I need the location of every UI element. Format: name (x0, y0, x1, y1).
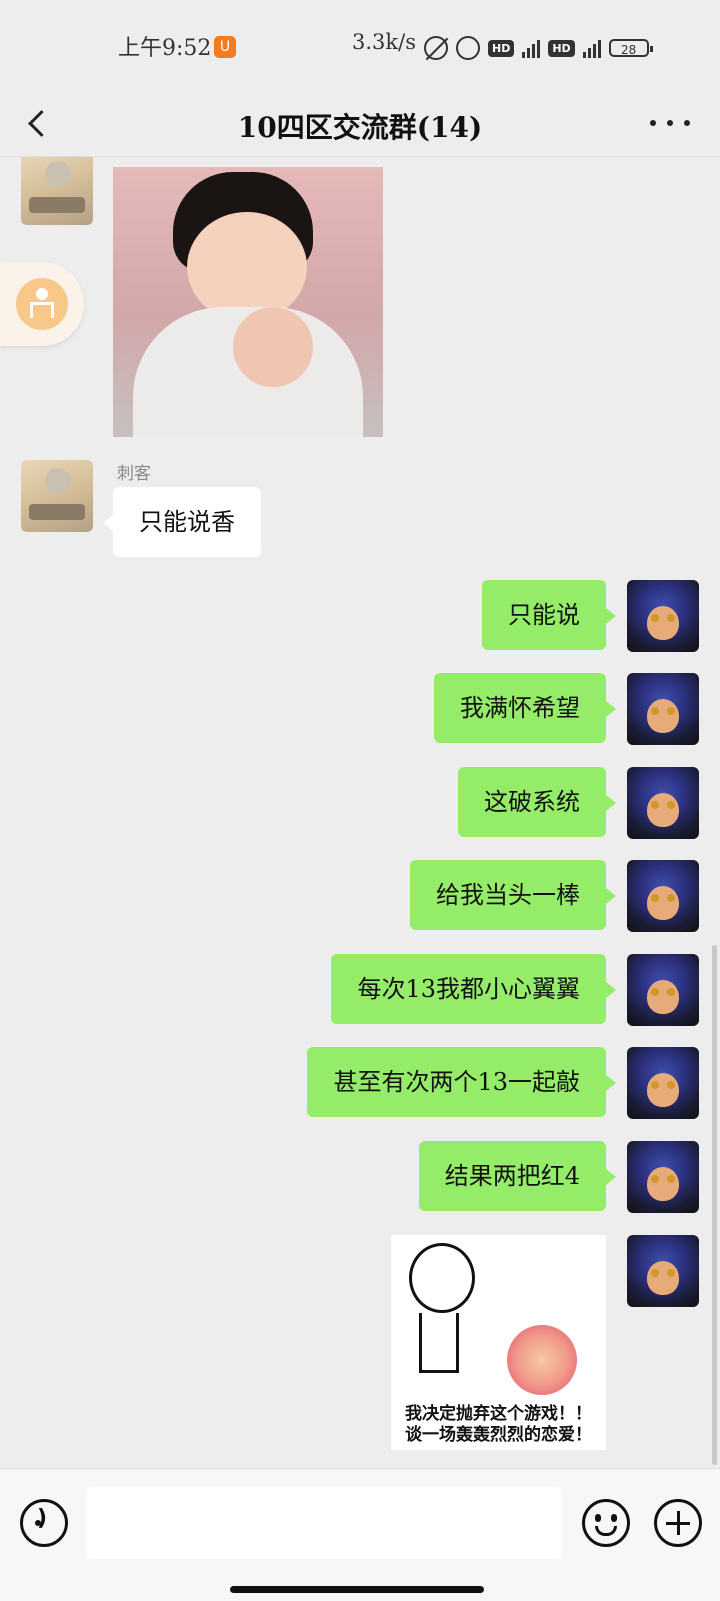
home-indicator[interactable] (230, 1586, 484, 1593)
message-input[interactable] (86, 1487, 562, 1559)
scrollbar[interactable] (712, 945, 717, 1465)
accessibility-icon (16, 278, 68, 330)
meme-caption: 我决定抛弃这个游戏！！ 谈一场轰轰烈烈的恋爱！ (391, 1404, 606, 1446)
outgoing-message-bubble[interactable]: 只能说 (482, 580, 616, 650)
outgoing-message-bubble[interactable]: 这破系统 (458, 767, 616, 837)
signal-icon-2 (582, 38, 601, 58)
meme-sticker-image[interactable]: 我决定抛弃这个游戏！！ 谈一场轰轰烈烈的恋爱！ (391, 1235, 606, 1450)
photo-hands (233, 307, 313, 387)
sender-avatar[interactable] (21, 157, 93, 225)
uc-browser-icon: U (214, 36, 236, 58)
signal-icon (522, 38, 541, 58)
my-avatar[interactable] (627, 1141, 699, 1213)
more-dot (650, 120, 656, 126)
more-button[interactable] (650, 108, 690, 138)
child-clapping-photo[interactable] (113, 167, 383, 437)
status-bar: 上午9:52 U 3.3k/s HD HD 28 (0, 0, 720, 92)
sender-avatar[interactable] (21, 460, 93, 532)
my-avatar[interactable] (627, 673, 699, 745)
outgoing-message-bubble[interactable]: 每次13我都小心翼翼 (331, 954, 616, 1024)
battery-icon: 28 (608, 39, 653, 57)
outgoing-message-bubble[interactable]: 我满怀希望 (434, 673, 616, 743)
input-bar (0, 1468, 720, 1601)
message-list[interactable]: 刺客 只能说香 只能说 我满怀希望 这破系统 给我当头一棒 每次13我都小心翼翼… (0, 157, 720, 1467)
network-speed: 3.3k/s (352, 30, 416, 54)
meme-caption-line1: 我决定抛弃这个游戏！！ (405, 1404, 592, 1424)
my-avatar[interactable] (627, 1235, 699, 1307)
my-avatar[interactable] (627, 580, 699, 652)
meme-body (419, 1313, 459, 1373)
incoming-message-bubble[interactable]: 只能说香 (103, 487, 261, 557)
hd-icon: HD (488, 39, 515, 57)
more-dot (684, 120, 690, 126)
chat-header: 10四区交流群(14) (0, 92, 720, 157)
outgoing-message-bubble[interactable]: 给我当头一棒 (410, 860, 616, 930)
outgoing-message-bubble[interactable]: 结果两把红4 (418, 1141, 617, 1211)
my-avatar[interactable] (627, 954, 699, 1026)
hd-icon-2: HD (548, 39, 575, 57)
my-avatar[interactable] (627, 1047, 699, 1119)
my-avatar[interactable] (627, 860, 699, 932)
alarm-icon (456, 36, 480, 60)
chat-title: 10四区交流群(14) (237, 111, 483, 144)
photo-face (187, 212, 307, 322)
outgoing-message-bubble[interactable]: 甚至有次两个13一起敲 (307, 1047, 616, 1117)
voice-button[interactable] (20, 1499, 68, 1547)
bell-muted-icon (424, 36, 448, 60)
status-time: 上午9:52 (118, 36, 212, 61)
more-dot (667, 120, 673, 126)
status-icons: HD HD 28 (424, 34, 653, 62)
emoji-button[interactable] (582, 1499, 630, 1547)
accessibility-float-button[interactable] (0, 262, 84, 346)
more-actions-button[interactable] (654, 1499, 702, 1547)
meme-game-card (507, 1325, 577, 1395)
meme-caption-line2: 谈一场轰轰烈烈的恋爱！ (405, 1425, 592, 1445)
sender-name: 刺客 (117, 464, 151, 484)
meme-face (409, 1243, 475, 1313)
my-avatar[interactable] (627, 767, 699, 839)
